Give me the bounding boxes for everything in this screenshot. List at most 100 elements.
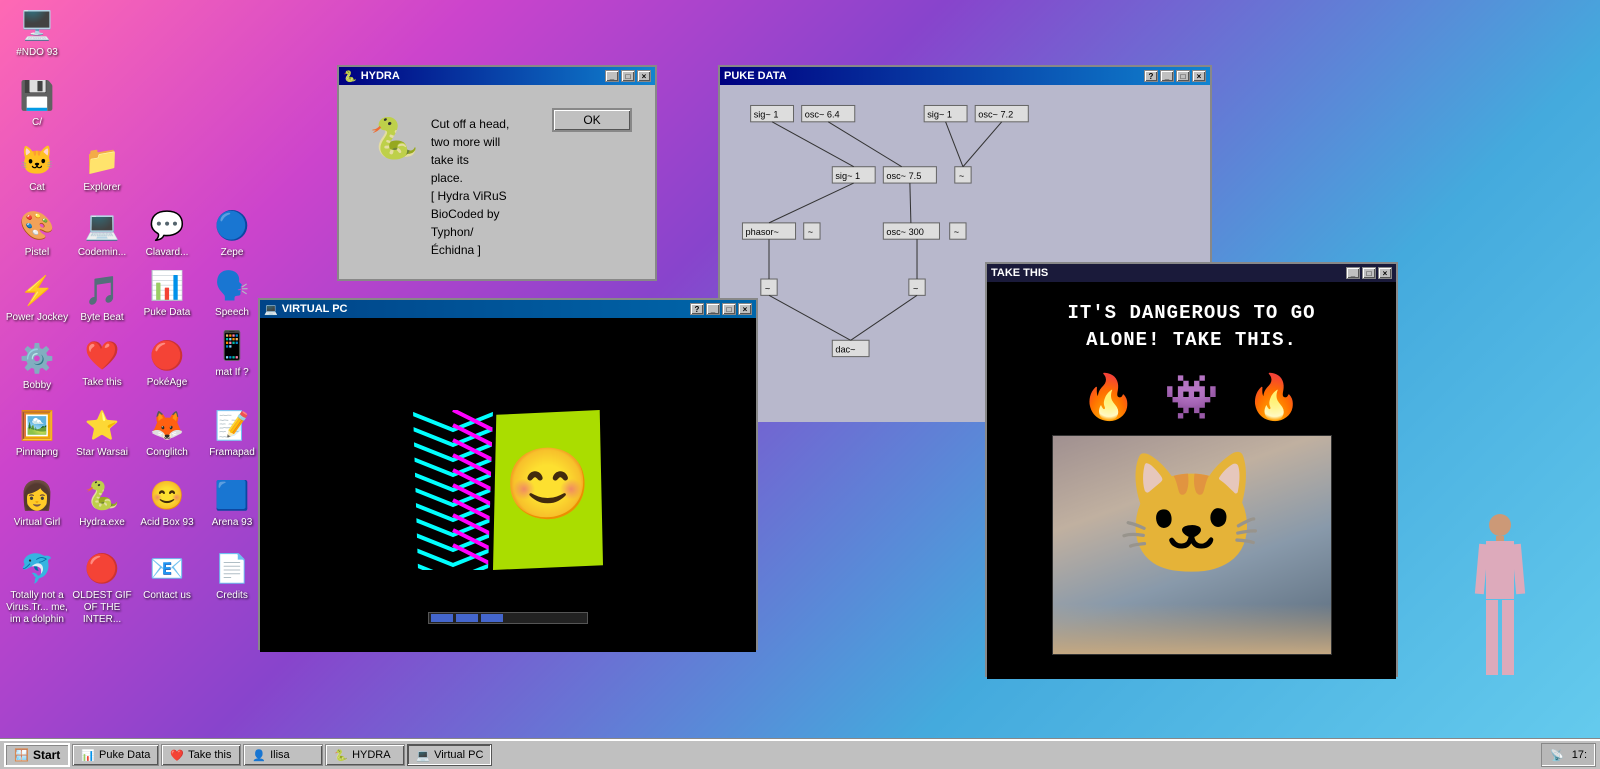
- icon-oldestgif-label: OLDEST GIF OF THE INTER...: [70, 590, 134, 626]
- icon-oldestgif[interactable]: 🔴 OLDEST GIF OF THE INTER...: [70, 548, 134, 626]
- icon-virtualgirl-label: Virtual Girl: [14, 517, 61, 529]
- icon-powerjockey[interactable]: ⚡ Power Jockey: [5, 270, 69, 324]
- take-this-icons-row: 🔥 👾 🔥: [1081, 371, 1301, 423]
- icon-codemin-label: Codemin...: [78, 247, 126, 259]
- icon-arena93[interactable]: 🟦 Arena 93: [200, 475, 264, 529]
- icon-codemin[interactable]: 💻 Codemin...: [70, 205, 134, 259]
- hydra-titlebar[interactable]: 🐍 HYDRA _ □ ×: [339, 67, 655, 85]
- hydra-close[interactable]: ×: [637, 70, 651, 82]
- svg-text:~: ~: [913, 283, 918, 293]
- taskbar-virtual-pc[interactable]: 💻 Virtual PC: [407, 744, 492, 766]
- icon-virtualgirl[interactable]: 👩 Virtual Girl: [5, 475, 69, 529]
- icon-pokeage[interactable]: 🔴 PokéAge: [135, 335, 199, 389]
- take-close[interactable]: ×: [1378, 267, 1392, 279]
- icon-acidbox93[interactable]: 😊 Acid Box 93: [135, 475, 199, 529]
- icon-pinnapng[interactable]: 🖼️ Pinnapng: [5, 405, 69, 459]
- icon-takethis[interactable]: ❤️ Take this: [70, 335, 134, 389]
- taskbar-ilisa[interactable]: 👤 Ilisa: [243, 744, 323, 766]
- icon-cat-label: Cat: [29, 182, 45, 194]
- icon-speech[interactable]: 🗣️ Speech: [200, 265, 264, 319]
- virtual-help[interactable]: ?: [690, 303, 704, 315]
- icon-cf-label: C/: [32, 117, 42, 129]
- taskbar-take-icon: ❤️: [170, 749, 184, 762]
- taskbar-hydra-label: HYDRA: [352, 749, 391, 761]
- take-minimize[interactable]: _: [1346, 267, 1360, 279]
- icon-bytebeat[interactable]: 🎵 Byte Beat: [70, 270, 134, 324]
- virtual-pc-content: 😊: [260, 318, 756, 652]
- stripe-group-1: [413, 410, 493, 570]
- icon-starwarsai[interactable]: ⭐ Star Warsai: [70, 405, 134, 459]
- icon-bobby[interactable]: ⚙️ Bobby: [5, 338, 69, 392]
- loading-seg-1: [431, 614, 453, 622]
- taskbar-puke-label: Puke Data: [99, 749, 150, 761]
- icon-whatif[interactable]: 📱 mat If ?: [200, 325, 264, 379]
- taskbar-ilisa-label: Ilisa: [270, 749, 290, 761]
- hydra-minimize[interactable]: _: [605, 70, 619, 82]
- taskbar-hydra[interactable]: 🐍 HYDRA: [325, 744, 405, 766]
- taskbar-take-this[interactable]: ❤️ Take this: [161, 744, 241, 766]
- icon-clavard[interactable]: 💬 Clavard...: [135, 205, 199, 259]
- svg-text:sig~ 1: sig~ 1: [835, 171, 860, 181]
- icon-totally[interactable]: 🐬 Totally not a Virus.Tr... me, im a dol…: [5, 548, 69, 626]
- character-icon: 👾: [1164, 371, 1219, 423]
- virtual-close[interactable]: ×: [738, 303, 752, 315]
- icon-conglitch[interactable]: 🦊 Conglitch: [135, 405, 199, 459]
- take-title-text: TAKE THIS: [991, 267, 1048, 279]
- taskbar-puke-data[interactable]: 📊 Puke Data: [72, 744, 159, 766]
- icon-zepe[interactable]: 🔵 Zepe: [200, 205, 264, 259]
- icon-ndo93[interactable]: 🖥️ #NDO 93: [5, 5, 69, 59]
- icon-framapad[interactable]: 📝 Framapad: [200, 405, 264, 459]
- virtual-pc-titlebar[interactable]: 💻 VIRTUAL PC ? _ □ ×: [260, 300, 756, 318]
- puke-data-titlebar[interactable]: PUKE DATA ? _ □ ×: [720, 67, 1210, 85]
- loading-bar: [428, 612, 588, 624]
- figure-legs: [1486, 600, 1514, 675]
- hydra-window: 🐍 HYDRA _ □ × 🐍 Cut off a head, two more…: [337, 65, 657, 281]
- virtual-pc-window: 💻 VIRTUAL PC ? _ □ ×: [258, 298, 758, 650]
- puke-close[interactable]: ×: [1192, 70, 1206, 82]
- hydra-maximize[interactable]: □: [621, 70, 635, 82]
- icon-explorer[interactable]: 📁 Explorer: [70, 140, 134, 194]
- icon-contactus[interactable]: 📧 Contact us: [135, 548, 199, 602]
- icon-pistel[interactable]: 🎨 Pistel: [5, 205, 69, 259]
- puke-help[interactable]: ?: [1144, 70, 1158, 82]
- desktop: 🖥️ #NDO 93 💾 C/ 🐱 Cat 📁 Explorer 🎨 Piste…: [0, 0, 1600, 769]
- icon-totally-label: Totally not a Virus.Tr... me, im a dolph…: [5, 590, 69, 626]
- start-button[interactable]: 🪟 Start: [4, 743, 70, 767]
- take-this-window: TAKE THIS _ □ × IT'S DANGEROUS TO GOALON…: [985, 262, 1398, 677]
- icon-pinnapng-label: Pinnapng: [16, 447, 58, 459]
- take-this-titlebar[interactable]: TAKE THIS _ □ ×: [987, 264, 1396, 282]
- icon-hydraexe[interactable]: 🐍 Hydra.exe: [70, 475, 134, 529]
- puke-minimize[interactable]: _: [1160, 70, 1174, 82]
- taskbar: 🪟 Start 📊 Puke Data ❤️ Take this 👤 Ilisa…: [0, 739, 1600, 769]
- icon-bytebeat-label: Byte Beat: [80, 312, 123, 324]
- svg-text:osc~ 300: osc~ 300: [886, 227, 923, 237]
- icon-pukedata[interactable]: 📊 Puke Data: [135, 265, 199, 319]
- taskbar-clock: 17:: [1572, 749, 1587, 761]
- hydra-ok-button[interactable]: OK: [552, 108, 632, 132]
- puke-maximize[interactable]: □: [1176, 70, 1190, 82]
- loading-seg-3: [481, 614, 503, 622]
- network-icon: 📡: [1550, 749, 1564, 762]
- hydra-dialog-text: Cut off a head, two more will take its p…: [431, 115, 517, 259]
- virtual-maximize[interactable]: □: [722, 303, 736, 315]
- take-maximize[interactable]: □: [1362, 267, 1376, 279]
- icon-cat[interactable]: 🐱 Cat: [5, 140, 69, 194]
- vaporwave-graphic: 😊: [413, 410, 603, 570]
- icon-credits[interactable]: 📄 Credits: [200, 548, 264, 602]
- windows-logo-icon: 🪟: [14, 748, 29, 762]
- icon-arena93-label: Arena 93: [212, 517, 253, 529]
- svg-text:osc~ 7.2: osc~ 7.2: [978, 110, 1013, 120]
- icon-clavard-label: Clavard...: [146, 247, 189, 259]
- taskbar-virtual-label: Virtual PC: [434, 749, 483, 761]
- svg-text:osc~ 7.5: osc~ 7.5: [886, 171, 921, 181]
- virtual-minimize[interactable]: _: [706, 303, 720, 315]
- svg-text:~: ~: [808, 227, 813, 237]
- icon-cf[interactable]: 💾 C/: [5, 75, 69, 129]
- cat-emoji: 🐱: [1117, 446, 1266, 586]
- hydra-icon: 🐍: [343, 70, 357, 83]
- svg-text:~: ~: [959, 171, 964, 181]
- virtual-title: VIRTUAL PC: [282, 303, 348, 315]
- svg-text:~: ~: [954, 227, 959, 237]
- icon-conglitch-label: Conglitch: [146, 447, 188, 459]
- icon-ndo93-label: #NDO 93: [16, 47, 58, 59]
